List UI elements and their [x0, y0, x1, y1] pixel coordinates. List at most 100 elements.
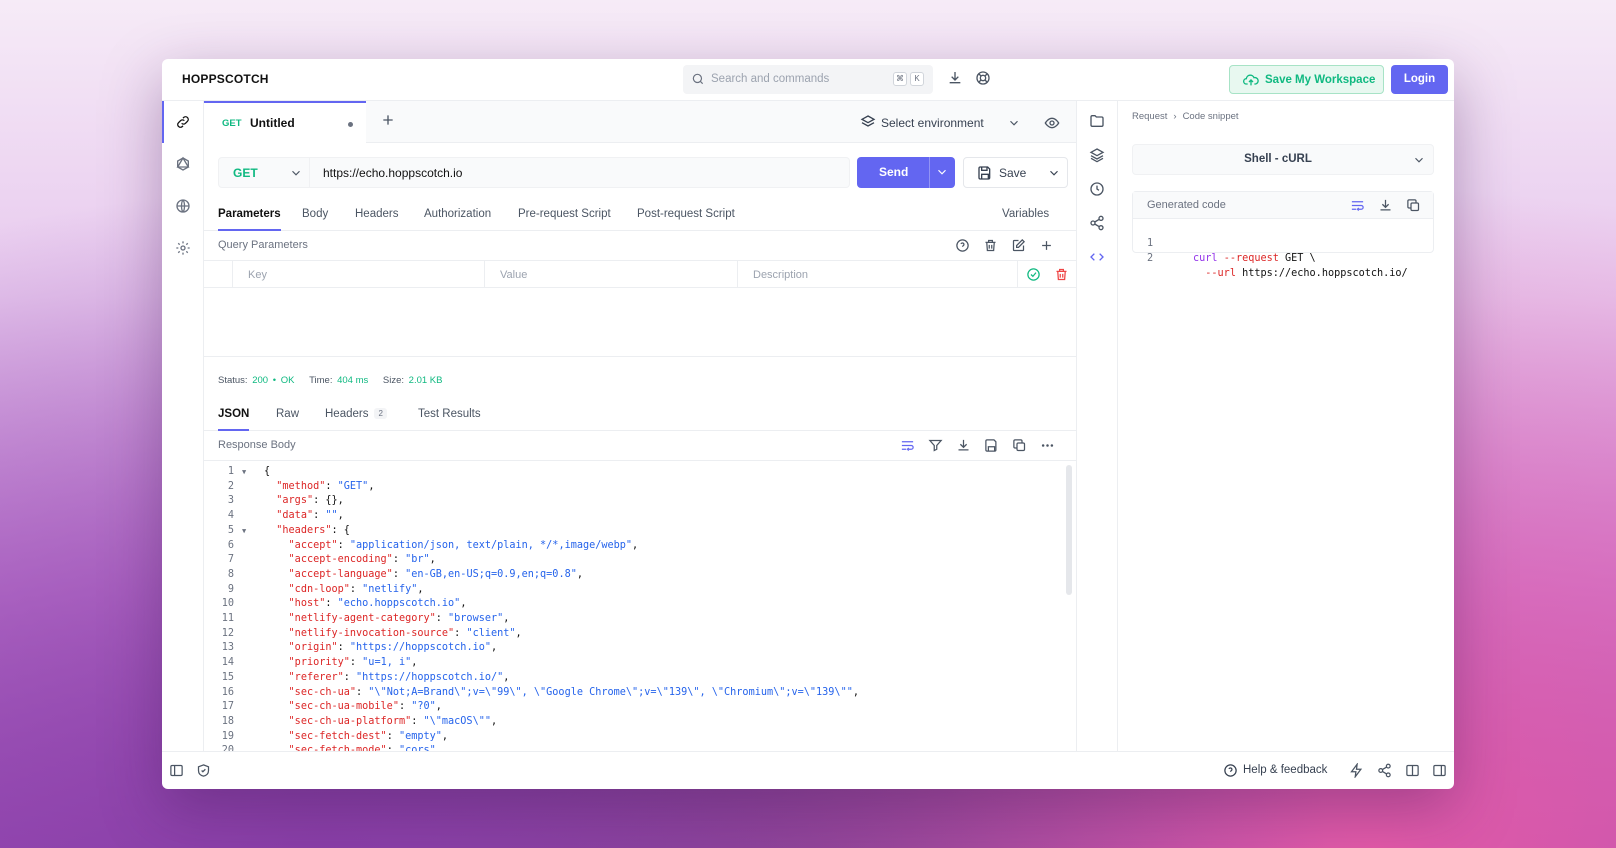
share-icon[interactable]	[1089, 215, 1105, 234]
eye-icon[interactable]	[1044, 115, 1060, 134]
json-tail: ,	[411, 657, 418, 669]
tab-json[interactable]: JSON	[218, 408, 250, 431]
copy-icon[interactable]	[1406, 198, 1421, 216]
code-text: "method": "GET",	[264, 480, 374, 495]
chevron-down-icon[interactable]	[935, 165, 949, 179]
delete-row-trash-icon[interactable]	[1054, 267, 1069, 285]
param-key-input[interactable]: Key	[248, 269, 267, 281]
share-icon[interactable]	[1377, 763, 1392, 781]
lightning-icon[interactable]	[1349, 761, 1364, 781]
toggle-right-panel-icon[interactable]	[1432, 763, 1447, 781]
filter-icon[interactable]	[928, 438, 943, 456]
chevron-down-icon	[292, 170, 300, 176]
collections-folder-icon[interactable]	[1089, 113, 1105, 132]
new-tab-plus-icon[interactable]	[380, 112, 396, 131]
json-key: "sec-fetch-dest"	[288, 730, 387, 742]
breadcrumb-separator: ›	[1173, 111, 1177, 122]
save-button[interactable]: Save	[963, 157, 1068, 188]
add-param-plus-icon[interactable]	[1039, 238, 1054, 256]
fold-toggle-icon[interactable]: ▼	[242, 524, 246, 539]
copy-icon[interactable]	[1012, 438, 1027, 456]
tab-variables[interactable]: Variables	[1002, 208, 1049, 220]
wrap-lines-icon[interactable]	[1350, 198, 1365, 216]
json-tail: ,	[515, 627, 522, 639]
login-button[interactable]: Login	[1391, 65, 1448, 94]
code-line: 2 --url https://echo.hoppscotch.io/	[1133, 236, 1408, 279]
json-val: "client"	[466, 627, 516, 639]
tab-post-request-script[interactable]: Post-request Script	[637, 208, 735, 220]
history-clock-icon[interactable]	[1089, 181, 1105, 200]
tab-authorization[interactable]: Authorization	[424, 208, 491, 220]
support-icon[interactable]	[975, 70, 991, 89]
nav-graphql[interactable]	[162, 143, 204, 185]
size-label: Size:	[382, 375, 405, 386]
json-val: "\"macOS\""	[423, 715, 491, 727]
search-box[interactable]: Search and commands ⌘ K	[683, 65, 933, 94]
environment-label: Select environment	[881, 116, 984, 130]
url-input[interactable]: https://echo.hoppscotch.io	[310, 157, 850, 188]
time-value: 404 ms	[337, 375, 369, 386]
json-val: "GET"	[337, 480, 369, 492]
tab-raw[interactable]: Raw	[276, 408, 299, 420]
code-snippet-icon[interactable]	[1089, 249, 1105, 268]
param-value-input[interactable]: Value	[500, 269, 527, 281]
method-dropdown[interactable]: GET	[218, 157, 310, 188]
breadcrumb-request[interactable]: Request	[1132, 111, 1167, 122]
tab-response-headers[interactable]: Headers 2	[325, 408, 387, 420]
response-json-editor[interactable]: 1 ▼ {2 "method": "GET", 3 "args": {}, 4 "dat…	[204, 461, 1062, 752]
tab-title: Untitled	[250, 116, 295, 130]
trash-icon[interactable]	[983, 238, 998, 256]
more-options-icon[interactable]	[1040, 438, 1055, 456]
nav-rest[interactable]	[162, 101, 204, 143]
tab-headers[interactable]: Headers	[355, 208, 398, 220]
fold-toggle-icon[interactable]: ▼	[242, 465, 246, 480]
bulk-edit-icon[interactable]	[1011, 238, 1026, 256]
tab-response-headers-label: Headers	[325, 408, 369, 420]
tab-untitled[interactable]: GET Untitled	[204, 101, 366, 143]
tab-body[interactable]: Body	[302, 208, 328, 220]
tab-method: GET	[222, 118, 242, 129]
param-description-input[interactable]: Description	[753, 269, 808, 281]
shield-check-icon[interactable]	[196, 763, 211, 781]
line-number: 15	[221, 671, 234, 683]
help-icon	[1224, 764, 1237, 777]
save-as-example-icon[interactable]	[984, 438, 999, 456]
editor-scrollbar[interactable]	[1066, 465, 1072, 595]
line-number: 6	[227, 539, 234, 551]
layout-columns-icon[interactable]	[1405, 763, 1420, 781]
language-dropdown[interactable]: Shell - cURL	[1132, 144, 1434, 175]
download-icon[interactable]	[956, 438, 971, 456]
nav-realtime[interactable]	[162, 185, 204, 227]
code-text: "headers": {	[264, 524, 350, 539]
json-tail: ,	[576, 568, 583, 580]
tab-parameters[interactable]: Parameters	[218, 208, 281, 231]
line-number: 8	[227, 568, 234, 580]
help-icon[interactable]	[955, 238, 970, 256]
json-sep: :	[349, 583, 363, 595]
environments-layers-icon[interactable]	[1089, 147, 1105, 166]
json-val: "en-GB,en-US;q=0.9,en;q=0.8"	[405, 568, 577, 580]
toggle-sidebar-icon[interactable]	[169, 763, 184, 781]
brand-logo[interactable]: HOPPSCOTCH	[182, 72, 269, 86]
search-icon	[692, 73, 704, 85]
line-number: 17	[221, 701, 234, 713]
save-workspace-button[interactable]: Save My Workspace	[1229, 65, 1384, 94]
save-label: Save	[999, 166, 1027, 180]
check-circle-icon[interactable]	[1026, 267, 1041, 285]
chevron-down-icon[interactable]	[1047, 166, 1061, 180]
send-label: Send	[879, 165, 909, 179]
download-icon[interactable]	[1378, 198, 1393, 216]
send-button[interactable]: Send	[857, 157, 955, 188]
json-key: "origin"	[288, 642, 338, 654]
wrap-lines-icon[interactable]	[900, 438, 915, 456]
help-feedback-button[interactable]: Help & feedback	[1223, 763, 1327, 781]
line-number: 9	[227, 583, 234, 595]
install-app-icon[interactable]	[947, 70, 963, 89]
tab-test-results[interactable]: Test Results	[418, 408, 481, 420]
nav-settings[interactable]	[162, 227, 204, 269]
tab-pre-request-script[interactable]: Pre-request Script	[518, 208, 611, 220]
unsaved-dot[interactable]	[348, 122, 353, 127]
